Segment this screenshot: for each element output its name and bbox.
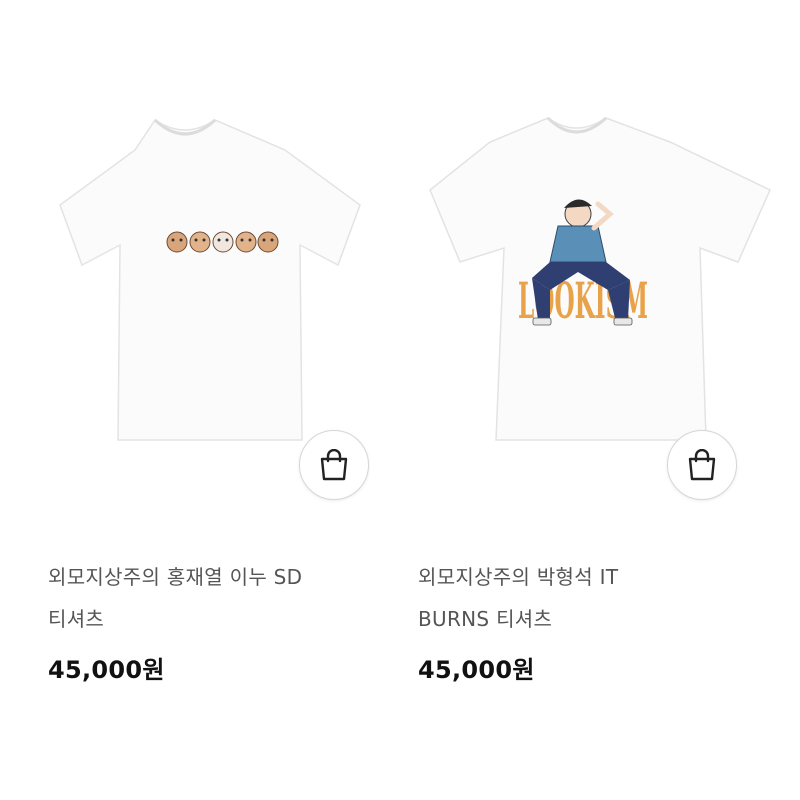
product-name-line2: BURNS 티셔츠 bbox=[418, 607, 553, 631]
product-grid: 외모지상주의 홍재열 이누 SD 티셔츠 45,000원 LOOKISM 외모지… bbox=[0, 0, 800, 800]
product-name[interactable]: 외모지상주의 홍재열 이누 SD 티셔츠 bbox=[48, 556, 368, 640]
product-card[interactable]: 외모지상주의 홍재열 이누 SD 티셔츠 45,000원 bbox=[0, 0, 370, 800]
product-price: 45,000원 bbox=[48, 656, 165, 684]
product-name-line2: 티셔츠 bbox=[48, 607, 105, 631]
product-name[interactable]: 외모지상주의 박형석 IT BURNS 티셔츠 bbox=[418, 556, 738, 640]
shopping-bag-icon bbox=[688, 449, 716, 481]
product-name-line1: 외모지상주의 박형석 IT bbox=[418, 565, 619, 589]
product-card[interactable]: LOOKISM 외모지상주의 박형석 IT BURNS 티셔츠 45,000원 bbox=[370, 0, 800, 800]
dog-face-print bbox=[166, 231, 279, 253]
shopping-bag-icon bbox=[320, 449, 348, 481]
add-to-cart-button[interactable] bbox=[667, 430, 737, 500]
product-name-line1: 외모지상주의 홍재열 이누 SD bbox=[48, 565, 303, 589]
add-to-cart-button[interactable] bbox=[299, 430, 369, 500]
product-price: 45,000원 bbox=[418, 656, 535, 684]
